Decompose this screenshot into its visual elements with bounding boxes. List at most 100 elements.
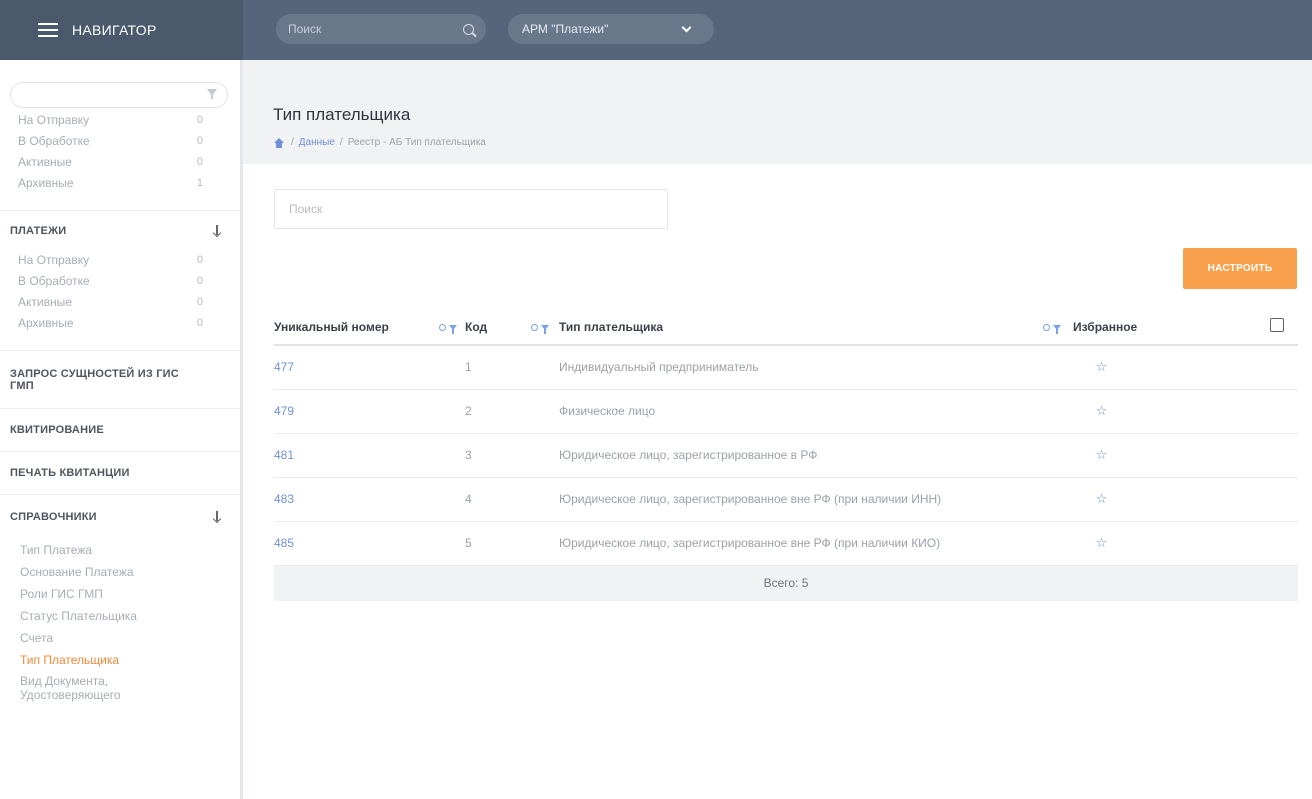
filter-icon[interactable] — [1053, 324, 1061, 334]
sidebar-item-label: Архивные — [18, 316, 74, 330]
sidebar-section-kvit[interactable]: КВИТИРОВАНИЕ — [0, 408, 240, 451]
sidebar-item-count: 0 — [196, 296, 203, 308]
table-total: Всего: 5 — [274, 565, 1298, 601]
table-total-row: Всего: 5 — [274, 565, 1298, 601]
sidebar: На Отправку 0 В Обработке 0 Активные 0 Архи… — [0, 60, 243, 799]
sidebar-status-group-1: На Отправку 0 В Обработке 0 Активные 0 Архи… — [0, 110, 240, 194]
column-controls-type — [1029, 309, 1069, 346]
breadcrumb-separator: / — [291, 137, 294, 148]
row-uid-link[interactable]: 485 — [274, 536, 294, 550]
column-header-type[interactable]: Тип плательщика — [559, 309, 1029, 346]
star-icon[interactable]: ☆ — [1096, 535, 1108, 550]
sidebar-item-count: 0 — [196, 254, 203, 266]
sidebar-item[interactable]: В Обработке 0 — [0, 271, 240, 292]
sidebar-status-group-2: На Отправку 0 В Обработке 0 Активные 0 Архи… — [0, 250, 240, 334]
row-uid-link[interactable]: 477 — [274, 360, 294, 374]
column-header-code[interactable]: Код — [465, 309, 512, 346]
search-icon[interactable] — [463, 23, 474, 35]
row-code: 3 — [465, 433, 559, 478]
payer-type-table: Уникальный номер Код Тип плательщика Изб… — [274, 309, 1298, 601]
sidebar-item[interactable]: В Обработке 0 — [0, 131, 240, 152]
global-search-input[interactable] — [288, 22, 463, 36]
table-search-input[interactable] — [274, 189, 668, 229]
table-row[interactable]: 479 2 Физическое лицо ☆ — [274, 389, 1298, 434]
row-uid-link[interactable]: 481 — [274, 448, 294, 462]
menu-icon[interactable] — [38, 23, 58, 37]
chevron-down-icon — [681, 22, 692, 32]
global-search[interactable] — [276, 14, 486, 44]
filter-icon[interactable] — [449, 324, 457, 334]
sidebar-item-label: В Обработке — [18, 274, 90, 288]
sidebar-item-label: На Отправку — [18, 113, 90, 127]
filter-icon[interactable] — [207, 89, 217, 99]
table-row[interactable]: 477 1 Индивидуальный предприниматель ☆ — [274, 345, 1298, 390]
row-uid-link[interactable]: 483 — [274, 492, 294, 506]
column-controls-code — [512, 309, 559, 346]
row-type: Физическое лицо — [559, 389, 1069, 434]
sidebar-ref-item[interactable]: Вид Документа, Удостоверяющего — [0, 671, 170, 702]
navigator-header[interactable]: НАВИГАТОР — [0, 0, 243, 60]
sidebar-ref-item[interactable]: Счета — [0, 627, 240, 649]
sidebar-ref-item[interactable]: Тип Платежа — [0, 539, 240, 561]
sidebar-item-count: 0 — [196, 317, 203, 329]
sidebar-section-payments[interactable]: ПЛАТЕЖИ — [0, 210, 240, 250]
sidebar-item-label: В Обработке — [18, 134, 90, 148]
sidebar-section-refs[interactable]: СПРАВОЧНИКИ — [0, 494, 240, 539]
sidebar-ref-item-active[interactable]: Тип Плательщика — [0, 649, 240, 671]
sidebar-item[interactable]: На Отправку 0 — [0, 110, 240, 131]
table-row[interactable]: 485 5 Юридическое лицо, зарегистрированн… — [274, 521, 1298, 566]
sidebar-ref-item[interactable]: Основание Платежа — [0, 561, 240, 583]
sidebar-section-label: ПЕЧАТЬ КВИТАНЦИИ — [10, 467, 130, 479]
arrow-down-icon[interactable] — [212, 511, 222, 523]
sidebar-section-label: СПРАВОЧНИКИ — [10, 511, 97, 523]
column-header-uid[interactable]: Уникальный номер — [274, 309, 419, 346]
row-code: 2 — [465, 389, 559, 434]
sidebar-ref-item[interactable]: Роли ГИС ГМП — [0, 583, 240, 605]
filter-icon[interactable] — [541, 324, 549, 334]
page-title: Тип плательщика — [273, 105, 411, 124]
main-content: Тип плательщика / Данные / Реестр - АБ Т… — [243, 60, 1312, 799]
column-select-all — [1189, 309, 1298, 346]
breadcrumb-separator: / — [339, 137, 343, 148]
arrow-down-icon[interactable] — [212, 224, 222, 237]
setup-button[interactable]: НАСТРОИТЬ — [1183, 248, 1297, 289]
sidebar-item[interactable]: Активные 0 — [0, 292, 240, 313]
sidebar-refs-list: Тип Платежа Основание Платежа Роли ГИС Г… — [0, 539, 240, 702]
navigator-title: НАВИГАТОР — [72, 22, 157, 38]
sidebar-item-label: На Отправку — [18, 253, 90, 267]
workspace-select[interactable]: АРМ "Платежи" — [508, 14, 714, 44]
table-row[interactable]: 481 3 Юридическое лицо, зарегистрированн… — [274, 433, 1298, 478]
row-uid-link[interactable]: 479 — [274, 404, 294, 418]
breadcrumb-link-data[interactable]: Данные — [299, 137, 335, 148]
row-type: Индивидуальный предприниматель — [559, 345, 1069, 390]
star-icon[interactable]: ☆ — [1096, 447, 1108, 462]
sort-icon[interactable] — [1043, 323, 1050, 331]
star-icon[interactable]: ☆ — [1096, 403, 1108, 418]
sidebar-item[interactable]: На Отправку 0 — [0, 250, 240, 271]
sidebar-item-label: Архивные — [18, 176, 74, 190]
sidebar-item[interactable]: Активные 0 — [0, 152, 240, 173]
sidebar-ref-item[interactable]: Статус Плательщика — [0, 605, 240, 627]
row-code: 5 — [465, 521, 559, 566]
star-icon[interactable]: ☆ — [1096, 359, 1108, 374]
sidebar-item-count: 0 — [196, 156, 203, 168]
column-header-favorite[interactable]: Избранное — [1069, 309, 1189, 346]
sidebar-section-request[interactable]: ЗАПРОС СУЩНОСТЕЙ ИЗ ГИС ГМП — [0, 350, 240, 408]
sort-icon[interactable] — [439, 323, 446, 331]
breadcrumb-current: Реестр - АБ Тип плательщика — [347, 137, 486, 148]
sidebar-section-print[interactable]: ПЕЧАТЬ КВИТАНЦИИ — [0, 451, 240, 494]
table-header-row: Уникальный номер Код Тип плательщика Изб… — [274, 309, 1298, 346]
home-icon[interactable] — [273, 137, 285, 148]
table-row[interactable]: 483 4 Юридическое лицо, зарегистрированн… — [274, 477, 1298, 522]
select-all-checkbox[interactable] — [1270, 318, 1284, 332]
row-code: 1 — [465, 345, 559, 390]
sidebar-item[interactable]: Архивные 1 — [0, 173, 240, 194]
row-type: Юридическое лицо, зарегистрированное вне… — [559, 521, 1069, 566]
sidebar-item-label: Активные — [18, 155, 72, 169]
row-type: Юридическое лицо, зарегистрированное вне… — [559, 477, 1069, 522]
sidebar-filter[interactable] — [10, 82, 228, 108]
sort-icon[interactable] — [531, 323, 538, 331]
sidebar-item[interactable]: Архивные 0 — [0, 313, 240, 334]
sidebar-item-count: 0 — [196, 275, 203, 287]
star-icon[interactable]: ☆ — [1096, 491, 1108, 506]
